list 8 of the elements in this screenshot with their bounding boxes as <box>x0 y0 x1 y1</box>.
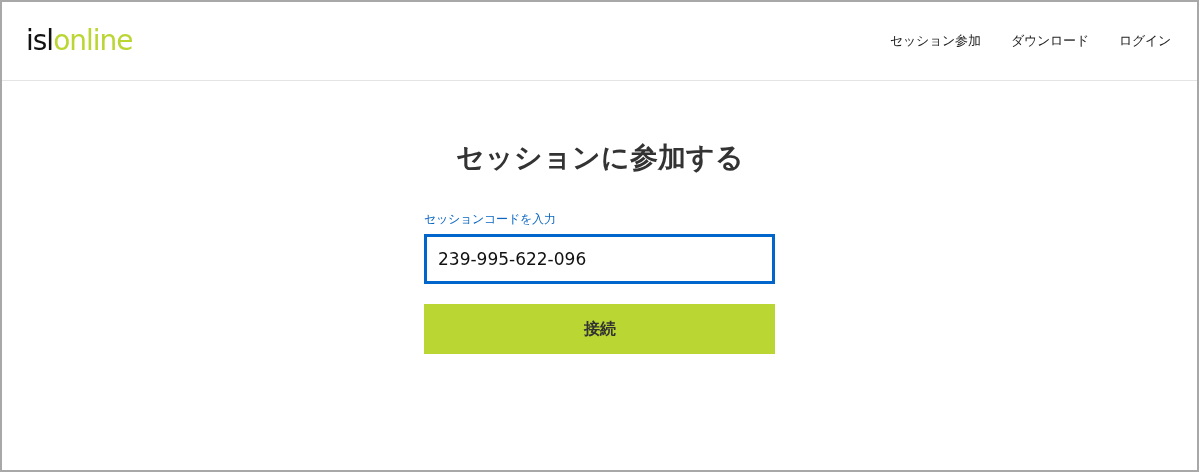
field-label: セッションコードを入力 <box>424 211 557 228</box>
nav-link[interactable]: セッション参加 <box>890 32 981 50</box>
logo[interactable]: islonline <box>26 27 133 55</box>
session-code-field[interactable]: 239-995-622-096 <box>424 234 775 284</box>
nav-link[interactable]: ダウンロード <box>1011 32 1089 50</box>
connect-button[interactable]: 接続 <box>424 304 775 354</box>
nav-link[interactable]: ログイン <box>1119 32 1171 50</box>
page-title: セッションに参加する <box>455 140 744 176</box>
